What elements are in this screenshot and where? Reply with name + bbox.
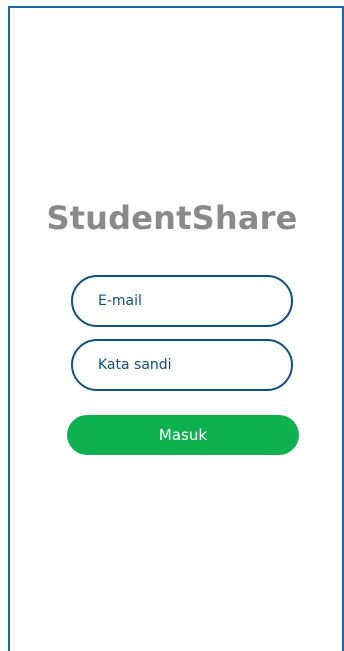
- app-title: StudentShare: [46, 199, 298, 237]
- phone-frame: [8, 6, 344, 651]
- login-button[interactable]: Masuk: [67, 415, 299, 455]
- password-input[interactable]: [73, 341, 291, 389]
- email-field[interactable]: [71, 275, 293, 327]
- password-field[interactable]: [71, 339, 293, 391]
- email-input[interactable]: [73, 277, 291, 325]
